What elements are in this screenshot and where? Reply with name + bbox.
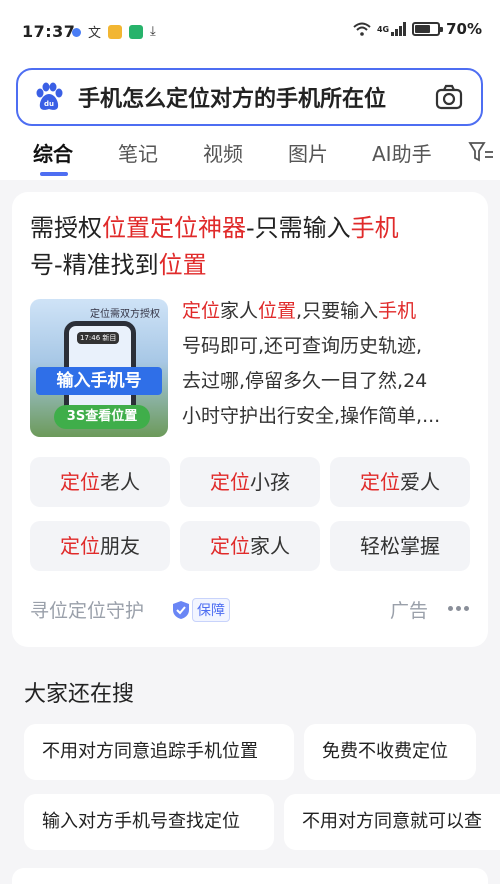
wifi-icon bbox=[353, 22, 371, 36]
shield-check-icon bbox=[173, 601, 189, 619]
sitelink-chip[interactable]: 定位小孩 bbox=[180, 457, 320, 507]
title-text: 号-精准找到 bbox=[30, 251, 159, 279]
notification-icons: 文 ⤓ bbox=[72, 22, 156, 41]
sitelink-chip[interactable]: 定位家人 bbox=[180, 521, 320, 571]
desc-line: 去过哪,停留多久一目了然,24 bbox=[182, 370, 428, 392]
desc-highlight: 手机 bbox=[378, 300, 417, 322]
battery-percent: 70% bbox=[446, 20, 482, 38]
title-highlight: 位置定位神器 bbox=[102, 214, 246, 242]
ad-title[interactable]: 需授权位置定位神器-只需输入手机号-精准找到位置 bbox=[30, 210, 480, 284]
sitelink-chip[interactable]: 定位老人 bbox=[30, 457, 170, 507]
tab-images[interactable]: 图片 bbox=[288, 138, 328, 167]
ad-thumbnail[interactable]: 定位需双方授权 17:46 新目 输入手机号 3S查看位置 bbox=[30, 299, 168, 437]
chip-highlight: 定位 bbox=[210, 470, 250, 494]
thumbnail-phone-time: 17:46 新目 bbox=[77, 332, 120, 344]
chip-highlight: 定位 bbox=[210, 534, 250, 558]
system-icons: 4G 70% bbox=[353, 20, 482, 38]
sitelink-chip[interactable]: 定位朋友 bbox=[30, 521, 170, 571]
sitelink-chip[interactable]: 定位爱人 bbox=[330, 457, 470, 507]
translate-icon: 文 bbox=[88, 26, 102, 41]
related-search-item[interactable]: 免费不收费定位 bbox=[304, 724, 476, 780]
status-time: 17:37 bbox=[22, 22, 76, 41]
next-card-edge bbox=[12, 868, 488, 884]
related-search-item[interactable]: 输入对方手机号查找定位 bbox=[24, 794, 274, 850]
filter-icon[interactable] bbox=[468, 140, 494, 164]
more-options-icon[interactable] bbox=[448, 606, 469, 611]
map-app-icon bbox=[129, 24, 144, 39]
desc-highlight: 定位 bbox=[182, 300, 221, 322]
related-search-item[interactable]: 不用对方同意追踪手机位置 bbox=[24, 724, 294, 780]
status-bar: 17:37 文 ⤓ 4G 70% bbox=[0, 0, 500, 62]
desc-text: 家人 bbox=[220, 300, 259, 322]
related-search-item[interactable]: 不用对方同意就可以查 bbox=[284, 794, 500, 850]
ad-description: 定位家人位置,只要输入手机 号码即可,还可查询历史轨迹, 去过哪,停留多久一目了… bbox=[182, 294, 474, 434]
sitelink-chip[interactable]: 轻松掌握 bbox=[330, 521, 470, 571]
search-box[interactable]: du 手机怎么定位对方的手机所在位 bbox=[16, 68, 483, 126]
result-tabs: 综合 笔记 视频 图片 AI助手 bbox=[0, 134, 500, 178]
chip-label: 家人 bbox=[250, 534, 290, 558]
tab-all[interactable]: 综合 bbox=[33, 138, 73, 167]
desc-highlight: 位置 bbox=[258, 300, 297, 322]
signal-icon bbox=[391, 22, 407, 36]
desc-text: ,只要输入 bbox=[296, 300, 379, 322]
title-highlight: 位置 bbox=[158, 251, 207, 279]
app-notification-icon bbox=[72, 28, 81, 37]
chip-label: 老人 bbox=[100, 470, 140, 494]
title-highlight: 手机 bbox=[350, 214, 399, 242]
tab-videos[interactable]: 视频 bbox=[203, 138, 243, 167]
chip-highlight: 定位 bbox=[360, 470, 400, 494]
thumbnail-caption: 定位需双方授权 bbox=[90, 309, 160, 320]
related-searches-title: 大家还在搜 bbox=[24, 682, 135, 707]
ad-result-card[interactable]: 需授权位置定位神器-只需输入手机 号-精准找到位置 定位需双方授权 17:46 新… bbox=[12, 192, 488, 647]
desc-line: 小时守护出行安全,操作简单,... bbox=[182, 405, 441, 427]
header: du 手机怎么定位对方的手机所在位 综合 笔记 视频 图片 AI助手 bbox=[0, 62, 500, 180]
chip-label: 小孩 bbox=[250, 470, 290, 494]
chip-label: 朋友 bbox=[100, 534, 140, 558]
guarantee-badge[interactable]: 保障 bbox=[172, 598, 230, 622]
title-text: -只需输入 bbox=[246, 214, 351, 242]
baidu-paw-icon: du bbox=[36, 82, 63, 110]
chip-highlight: 定位 bbox=[60, 470, 100, 494]
tab-notes[interactable]: 笔记 bbox=[118, 138, 158, 167]
download-icon: ⤓ bbox=[150, 24, 156, 39]
thumbnail-banner: 输入手机号 bbox=[36, 367, 162, 395]
title-text: 需授权 bbox=[30, 214, 102, 242]
network-type: 4G bbox=[376, 24, 390, 34]
chip-label: 爱人 bbox=[400, 470, 440, 494]
active-tab-indicator bbox=[40, 172, 68, 176]
thumbnail-button: 3S查看位置 bbox=[54, 405, 150, 429]
svg-text:du: du bbox=[44, 100, 54, 108]
ad-label: 广告 bbox=[390, 600, 429, 622]
ad-source[interactable]: 寻位定位守护 bbox=[30, 596, 144, 623]
search-input[interactable]: 手机怎么定位对方的手机所在位 bbox=[78, 81, 418, 113]
desc-line: 号码即可,还可查询历史轨迹, bbox=[182, 335, 423, 357]
battery-icon bbox=[412, 22, 444, 36]
chip-highlight: 定位 bbox=[60, 534, 100, 558]
guarantee-label: 保障 bbox=[192, 598, 230, 622]
tab-ai-assistant[interactable]: AI助手 bbox=[372, 138, 432, 167]
gallery-app-icon bbox=[108, 24, 123, 39]
chip-label: 轻松掌握 bbox=[360, 534, 440, 558]
camera-icon[interactable] bbox=[435, 84, 463, 110]
